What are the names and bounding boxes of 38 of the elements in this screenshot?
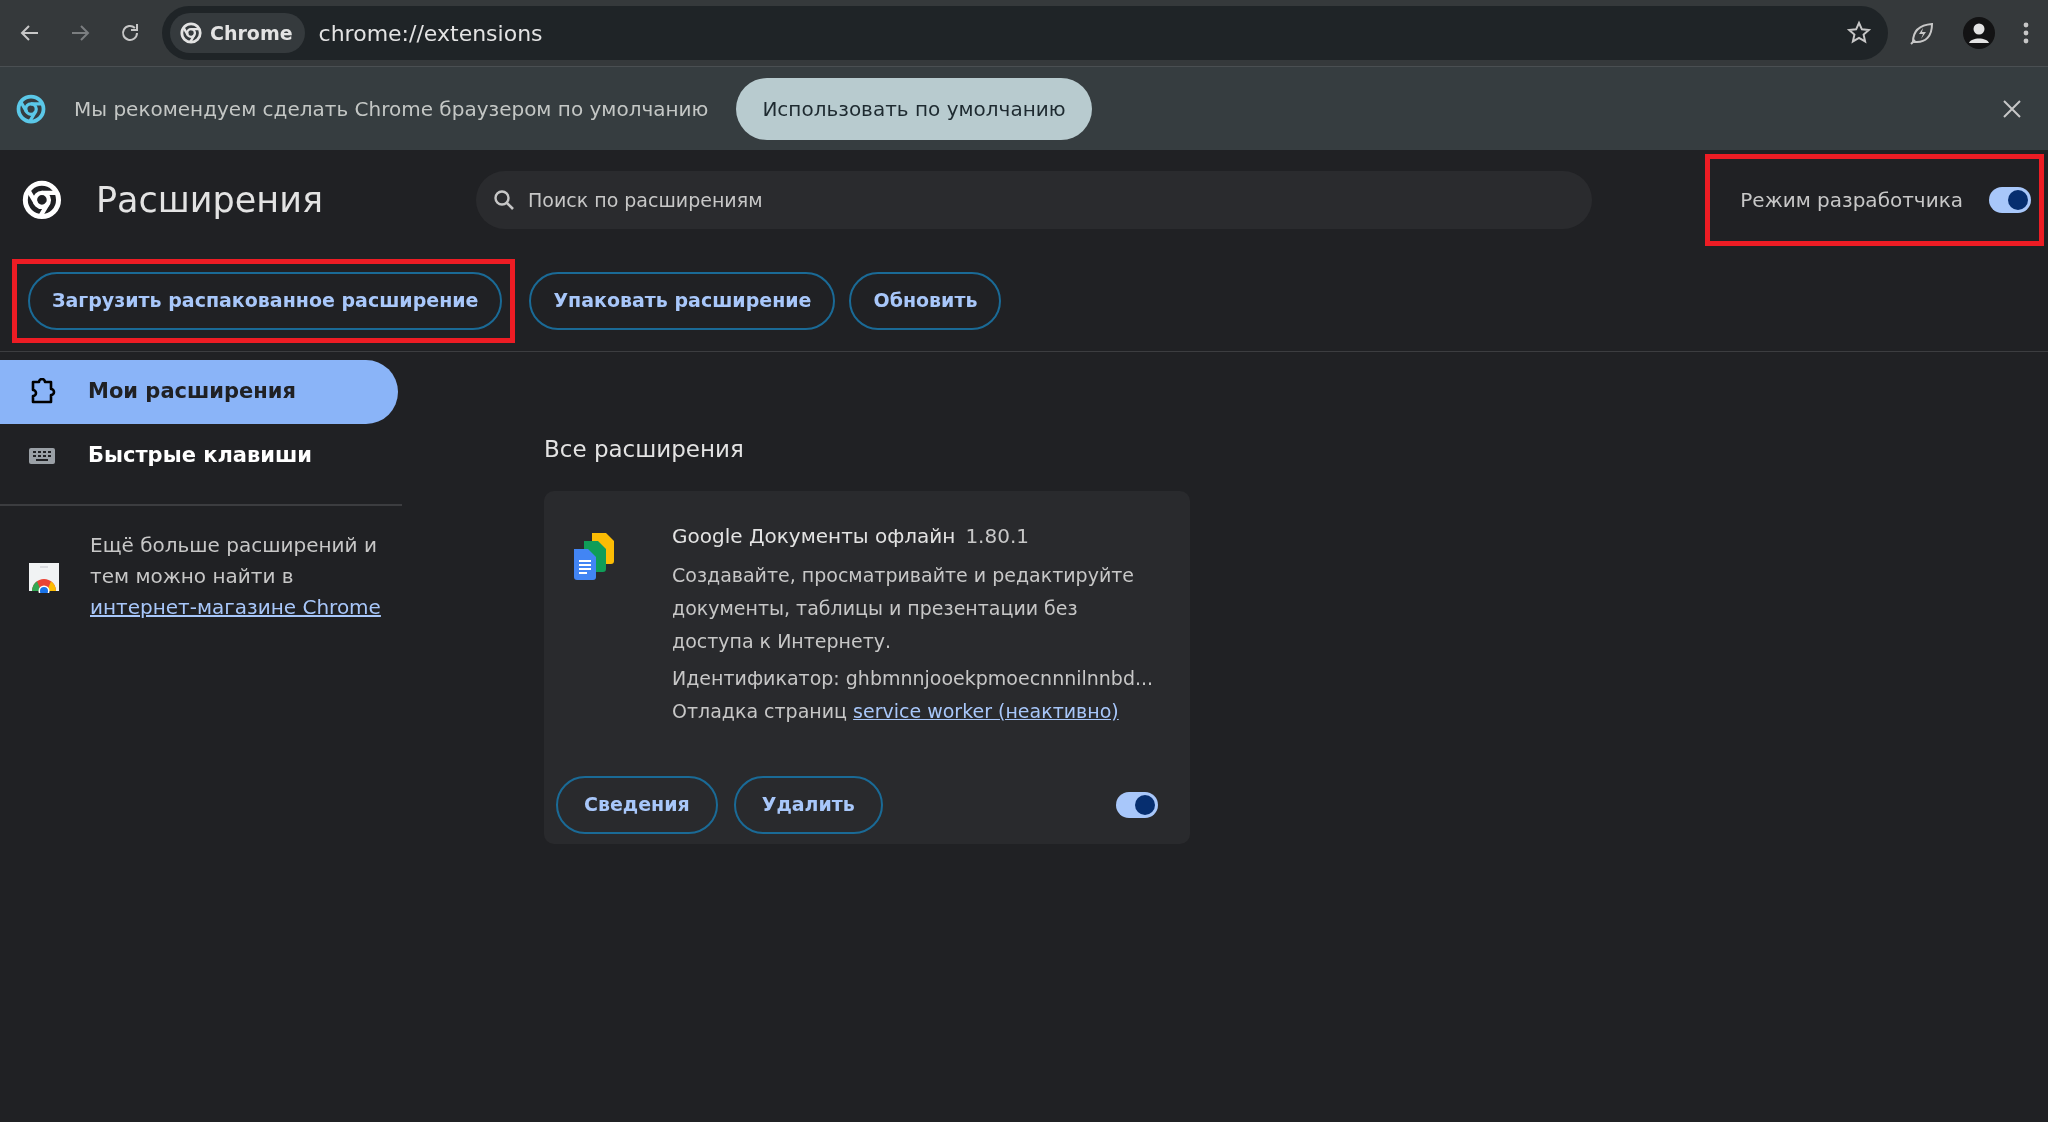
star-icon (1846, 20, 1872, 46)
address-bar[interactable]: Chrome chrome://extensions (162, 6, 1888, 60)
extension-name: Google Документы офлайн (672, 522, 956, 550)
store-link[interactable]: интернет-магазине Chrome (90, 595, 381, 619)
toolbar-button[interactable]: Упаковать расширение (529, 271, 836, 330)
web-store-icon (28, 560, 60, 593)
search-field[interactable]: Поиск по расширениям (526, 184, 1576, 216)
extension-version: 1.80.1 (965, 522, 1029, 550)
developer-mode-label: Режим разработчика (1740, 187, 1963, 214)
site-chip[interactable]: Chrome (170, 13, 305, 53)
service-worker-link[interactable]: service worker (неактивно) (853, 699, 1119, 722)
sidebar-item[interactable]: Мои расширения (0, 360, 398, 424)
inspect-views: Отладка страниц service worker (неактивно) (672, 698, 1120, 724)
card-button[interactable]: Удалить (733, 775, 883, 834)
page-title: Расширения (96, 178, 324, 222)
extension-description: Создавайте, просматривайте и редактируйте документы, таблицы и презентации без доступа к Интернету. (672, 562, 1135, 654)
site-name: Chrome (210, 20, 293, 46)
keyboard-icon (28, 446, 56, 466)
search-bar[interactable]: Поиск по расширениям (476, 171, 1592, 229)
section-title: Все расширения (544, 435, 745, 464)
promo-text: Ещё больше расширений и тем можно найти в интернет-магазине Chrome (90, 532, 382, 621)
developer-mode-toggle[interactable] (1989, 187, 2031, 213)
toolbar-button[interactable]: Обновить (849, 271, 1002, 330)
extension-toggle[interactable] (1116, 791, 1158, 818)
infobar-message: Мы рекомендуем сделать Chrome браузером по умолчанию (74, 95, 709, 123)
toolbar-button[interactable]: Загрузить распакованное расширение (28, 271, 503, 330)
sidebar-item[interactable]: Быстрые клавиши (0, 424, 398, 488)
set-default-button[interactable]: Использовать по умолчанию (736, 77, 1092, 140)
avatar-icon (1962, 16, 1996, 50)
extension-id: Идентификатор: ghbmnnjooekpmoecnnnilnnbd... (672, 665, 1155, 691)
card-button[interactable]: Сведения (556, 775, 718, 834)
close-icon (2002, 98, 2022, 119)
chrome-logo-icon (180, 22, 202, 44)
menu-icon (2022, 21, 2030, 45)
url-text: chrome://extensions (318, 19, 544, 48)
search-icon (492, 188, 516, 212)
chrome-logo-icon (16, 93, 46, 124)
chrome-logo-icon (22, 180, 62, 220)
